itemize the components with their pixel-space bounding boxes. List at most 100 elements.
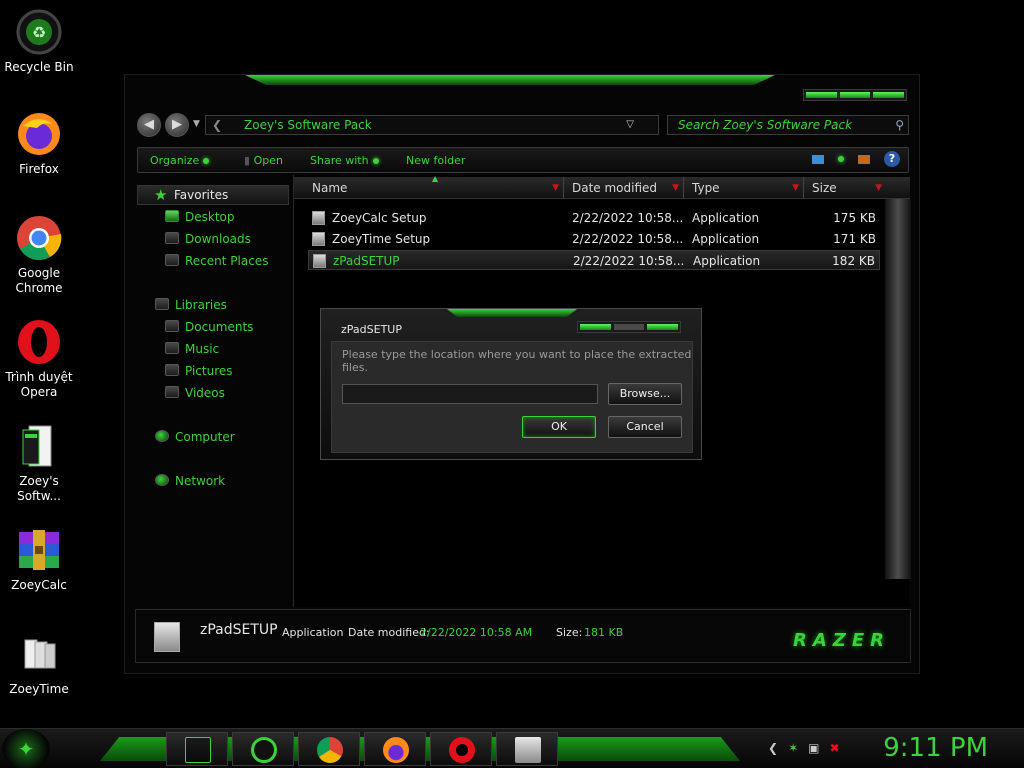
file-type: Application: [692, 211, 760, 225]
column-dropdown-icon[interactable]: ▼: [552, 177, 559, 199]
network-icon: [155, 474, 169, 486]
help-icon[interactable]: ?: [884, 151, 900, 167]
column-size[interactable]: Size ▼: [804, 177, 886, 199]
winrar-archive-icon: [15, 526, 63, 574]
volume-muted-icon[interactable]: ✖: [829, 741, 839, 755]
desktop-icon-zoeytime[interactable]: ZoeyTime: [0, 630, 78, 697]
firefox-icon: [383, 737, 409, 763]
views-dropdown-icon[interactable]: [838, 156, 844, 162]
network-status-icon[interactable]: ▣: [808, 741, 819, 755]
column-name[interactable]: Name ▼: [304, 177, 564, 199]
sidebar-item-label: Videos: [185, 386, 225, 400]
extract-path-input[interactable]: [342, 384, 598, 404]
show-hidden-icons-icon[interactable]: ❮: [768, 741, 778, 755]
back-button[interactable]: ◀: [137, 113, 161, 137]
file-size: 171 KB: [833, 232, 876, 246]
details-date-label: Date modified:: [348, 626, 430, 639]
razer-logo: RAZER: [793, 630, 890, 651]
sidebar-item-documents[interactable]: Documents: [165, 320, 253, 334]
file-row-selected[interactable]: zPadSETUP 2/22/2022 10:58... Application…: [308, 250, 880, 270]
sidebar-item-desktop[interactable]: Desktop: [165, 210, 235, 224]
close-button[interactable]: [873, 92, 905, 98]
opera-icon: [449, 737, 475, 763]
taskbar-app-zpadsetup[interactable]: [496, 732, 558, 766]
search-icon[interactable]: ⚲: [895, 116, 904, 134]
maximize-button[interactable]: [839, 92, 871, 98]
taskbar-app-opera[interactable]: [430, 732, 492, 766]
desktop-icon-recycle-bin[interactable]: ♻ Recycle Bin: [0, 8, 78, 75]
browse-button[interactable]: Browse...: [608, 383, 682, 405]
dialog-body: Please type the location where you want …: [331, 341, 693, 453]
desktop-icon-firefox[interactable]: Firefox: [0, 110, 78, 177]
dialog-minimize-button[interactable]: [580, 324, 611, 330]
sidebar-item-recent-places[interactable]: Recent Places: [165, 254, 268, 268]
desktop-icon-label: Google Chrome: [15, 266, 63, 295]
desktop-icon-label: Firefox: [19, 162, 59, 176]
taskbar-app-firefox[interactable]: [364, 732, 426, 766]
address-bar[interactable]: ❮ Zoey's Software Pack ▽ ⇆: [205, 115, 682, 135]
column-label: Size: [812, 181, 837, 195]
sidebar-item-label: Pictures: [185, 364, 233, 378]
preview-pane-icon[interactable]: [858, 154, 870, 164]
file-row[interactable]: ZoeyTime Setup 2/22/2022 10:58... Applic…: [308, 229, 880, 249]
search-input[interactable]: Search Zoey's Software Pack ⚲: [667, 115, 909, 135]
column-date-modified[interactable]: Date modified ▼: [564, 177, 684, 199]
taskbar-app-media-player[interactable]: [232, 732, 294, 766]
sidebar-item-label: Libraries: [175, 298, 227, 312]
taskbar: ✦ ❮ ✶ ▣ ✖ 9:11 PM: [0, 728, 1024, 768]
sidebar-item-computer[interactable]: Computer: [155, 430, 235, 444]
sidebar-item-downloads[interactable]: Downloads: [165, 232, 251, 246]
taskbar-app-chrome[interactable]: [298, 732, 360, 766]
taskbar-app-explorer[interactable]: [166, 732, 228, 766]
extract-dialog[interactable]: zPadSETUP Please type the location where…: [320, 308, 702, 460]
column-dropdown-icon[interactable]: ▼: [792, 177, 799, 199]
sidebar-item-network[interactable]: Network: [155, 474, 225, 488]
package-folder-icon: [15, 422, 63, 470]
new-folder-button[interactable]: New folder: [406, 154, 465, 167]
media-player-icon: [251, 737, 277, 763]
sidebar-item-label: Recent Places: [185, 254, 269, 268]
open-button[interactable]: ▮ Open: [244, 154, 283, 167]
application-icon: [154, 622, 180, 652]
sidebar-item-label: Downloads: [185, 232, 251, 246]
libraries-icon: [155, 298, 169, 310]
start-button[interactable]: ✦: [2, 729, 50, 768]
column-dropdown-icon[interactable]: ▼: [672, 177, 679, 199]
file-row[interactable]: ZoeyCalc Setup 2/22/2022 10:58... Applic…: [308, 208, 880, 228]
address-dropdown-icon[interactable]: ▽: [626, 116, 634, 134]
sidebar-item-videos[interactable]: Videos: [165, 386, 225, 400]
desktop-icon-zoeys-software[interactable]: Zoey's Softw...: [0, 422, 78, 504]
dialog-prompt: Please type the location where you want …: [342, 348, 692, 374]
sidebar-item-pictures[interactable]: Pictures: [165, 364, 233, 378]
file-size: 175 KB: [833, 211, 876, 225]
cancel-button[interactable]: Cancel: [608, 416, 682, 438]
dialog-maximize-button[interactable]: [613, 324, 645, 330]
share-with-button[interactable]: Share with: [310, 154, 379, 167]
column-dropdown-icon[interactable]: ▼: [875, 177, 882, 199]
organize-button[interactable]: Organize: [150, 154, 210, 167]
sidebar-item-music[interactable]: Music: [165, 342, 219, 356]
opera-icon: [15, 318, 63, 366]
ok-button[interactable]: OK: [522, 416, 596, 438]
desktop-icon-opera[interactable]: Trình duyệt Opera: [0, 318, 78, 400]
forward-button[interactable]: ▶: [165, 113, 189, 137]
views-icon[interactable]: [812, 154, 824, 164]
razer-tray-icon[interactable]: ✶: [788, 741, 798, 755]
desktop-icon-label: Zoey's Softw...: [17, 474, 61, 503]
dialog-title: zPadSETUP: [341, 323, 402, 336]
svg-text:♻: ♻: [32, 23, 46, 42]
sidebar-item-label: Documents: [185, 320, 254, 334]
desktop-icon-chrome[interactable]: Google Chrome: [0, 214, 78, 296]
clock[interactable]: 9:11 PM: [883, 731, 988, 765]
desktop-icon-zoeycalc[interactable]: ZoeyCalc: [0, 526, 78, 593]
sidebar-item-favorites[interactable]: ★ Favorites: [137, 185, 289, 205]
address-text: Zoey's Software Pack: [244, 118, 372, 132]
folder-icon: ❮: [212, 118, 223, 132]
dialog-close-button[interactable]: [647, 324, 679, 330]
column-type[interactable]: Type ▼: [684, 177, 804, 199]
sidebar-item-libraries[interactable]: Libraries: [155, 298, 227, 312]
recent-pages-chevron-icon[interactable]: ▼: [193, 119, 200, 129]
sidebar-item-label: Desktop: [185, 210, 235, 224]
documents-icon: [165, 320, 179, 332]
minimize-button[interactable]: [806, 92, 837, 98]
